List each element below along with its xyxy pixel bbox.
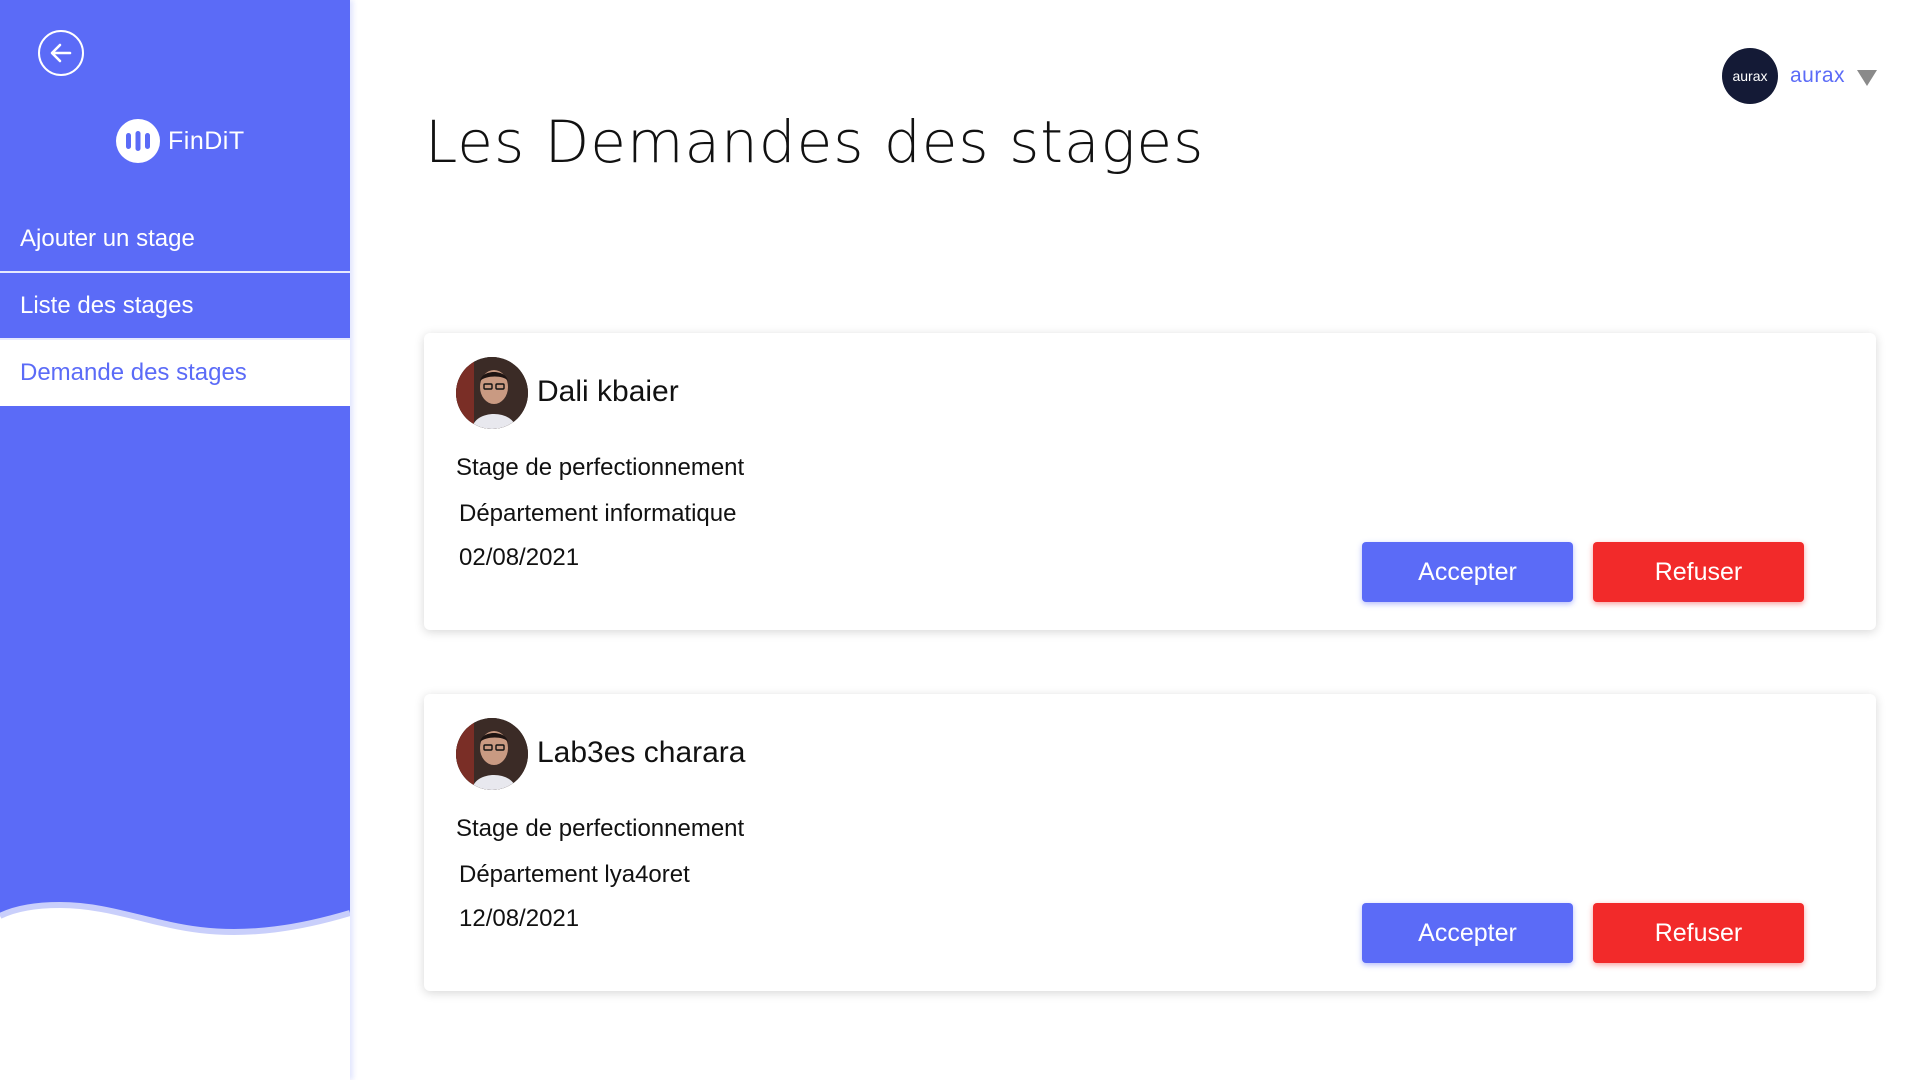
user-avatar: aurax xyxy=(1722,48,1778,104)
user-menu[interactable]: aurax aurax xyxy=(1722,48,1878,104)
avatar xyxy=(456,357,528,429)
applicant-name: Dali kbaier xyxy=(537,375,679,408)
brand-name: FinDiT xyxy=(168,126,245,155)
request-date: 12/08/2021 xyxy=(459,905,580,932)
avatar xyxy=(456,718,528,790)
internship-type: Stage de perfectionnement xyxy=(456,815,745,842)
sidebar: FinDiT Ajouter un stage Liste des stages… xyxy=(0,0,350,1080)
brand-logo: FinDiT xyxy=(116,118,245,164)
user-name: aurax xyxy=(1790,64,1846,87)
findit-logo-icon xyxy=(116,119,160,163)
refuse-button[interactable]: Refuser xyxy=(1593,542,1804,602)
sidebar-nav: Ajouter un stage Liste des stages Demand… xyxy=(0,206,350,406)
sidebar-item-liste-stages[interactable]: Liste des stages xyxy=(0,273,350,340)
internship-type: Stage de perfectionnement xyxy=(456,454,745,481)
request-card: Lab3es charara Stage de perfectionnement… xyxy=(424,694,1876,991)
sidebar-item-ajouter-stage[interactable]: Ajouter un stage xyxy=(0,206,350,273)
app-root: FinDiT Ajouter un stage Liste des stages… xyxy=(0,0,1920,1080)
sidebar-item-demande-stages[interactable]: Demande des stages xyxy=(0,340,350,406)
refuse-button[interactable]: Refuser xyxy=(1593,903,1804,963)
department: Département informatique xyxy=(459,500,737,527)
accept-button[interactable]: Accepter xyxy=(1362,542,1573,602)
applicant-name: Lab3es charara xyxy=(537,736,746,769)
request-date: 02/08/2021 xyxy=(459,544,580,571)
accept-button[interactable]: Accepter xyxy=(1362,903,1573,963)
caret-down-icon xyxy=(1857,70,1878,86)
request-card: Dali kbaier Stage de perfectionnement Dé… xyxy=(424,333,1876,630)
department: Département lya4oret xyxy=(459,861,690,888)
back-button[interactable] xyxy=(38,30,84,76)
arrow-left-icon xyxy=(50,43,72,63)
page-title: Les Demandes des stages xyxy=(425,108,1205,176)
